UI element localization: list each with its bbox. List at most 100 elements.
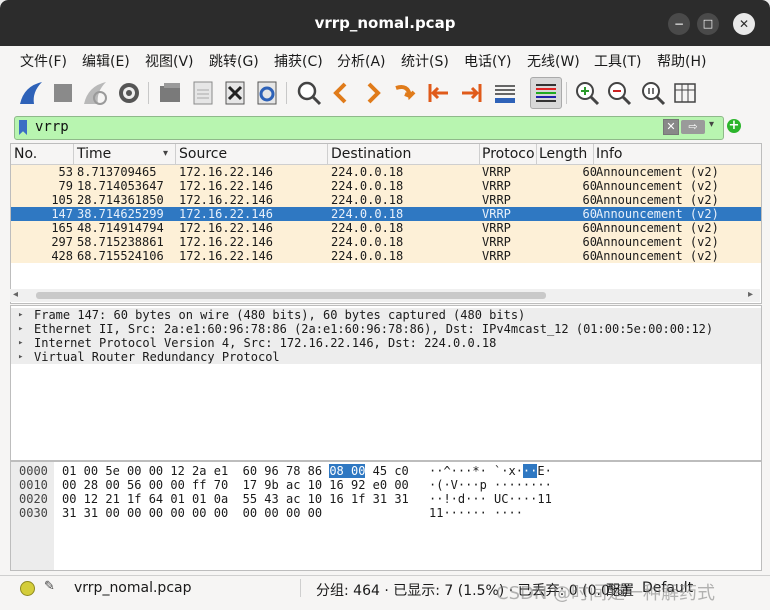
watermark: CSDN @时间是一种解药式 <box>496 583 716 604</box>
menu-view[interactable]: 视图(V) <box>145 51 194 71</box>
normal-size-icon[interactable] <box>638 78 668 108</box>
first-packet-icon[interactable] <box>424 78 454 108</box>
last-packet-icon[interactable] <box>456 78 486 108</box>
go-to-packet-icon[interactable] <box>390 78 420 108</box>
display-filter-input[interactable]: vrrp <box>35 119 69 135</box>
cell-time: 18.714053647 <box>77 179 164 193</box>
detail-vrrp[interactable]: ▸ Virtual Router Redundancy Protocol <box>11 350 761 364</box>
expand-arrow-icon[interactable]: ▸ <box>18 336 23 350</box>
column-length[interactable]: Length <box>539 146 587 162</box>
packet-row[interactable]: 147 38.714625299 172.16.22.146 224.0.0.18 VR… <box>11 207 761 221</box>
cell-time: 48.714914794 <box>77 221 164 235</box>
capture-comment-icon[interactable]: ✎ <box>44 579 55 594</box>
zoom-out-icon[interactable] <box>604 78 634 108</box>
open-folder-icon[interactable] <box>156 78 186 108</box>
packet-row[interactable]: 428 68.715524106 172.16.22.146 224.0.0.18 VR… <box>11 249 761 263</box>
hex-bytes: 00 12 21 1f 64 01 01 0a 55 43 ac 10 16 1… <box>62 492 409 506</box>
cell-time: 8.713709465 <box>77 165 157 179</box>
minimize-button[interactable]: − <box>668 13 690 35</box>
maximize-button[interactable]: □ <box>697 13 719 35</box>
hex-bytes: 31 31 00 00 00 00 00 00 00 00 00 00 <box>62 506 322 520</box>
detail-frame[interactable]: ▸ Frame 147: 60 bytes on wire (480 bits),… <box>11 308 761 322</box>
hex-bytes-text: 01 00 5e 00 00 12 2a e1 60 96 78 86 <box>62 464 330 478</box>
menu-wireless[interactable]: 无线(W) <box>527 51 580 71</box>
stop-square-icon[interactable] <box>48 78 78 108</box>
menu-file[interactable]: 文件(F) <box>20 51 67 71</box>
colorize-icon[interactable] <box>530 77 562 109</box>
restart-shark-icon[interactable] <box>80 78 110 108</box>
packet-row[interactable]: 297 58.715238861 172.16.22.146 224.0.0.18 VR… <box>11 235 761 249</box>
menu-telephony[interactable]: 电话(Y) <box>464 51 511 71</box>
detail-ipv4[interactable]: ▸ Internet Protocol Version 4, Src: 172.1… <box>11 336 761 350</box>
title-bar: vrrp_nomal.pcap − □ ✕ <box>0 0 770 46</box>
cell-src: 172.16.22.146 <box>179 235 273 249</box>
menu-tools[interactable]: 工具(T) <box>594 51 641 71</box>
hex-line[interactable]: 0000 01 00 5e 00 00 12 2a e1 60 96 78 86 … <box>11 464 761 478</box>
resize-columns-icon[interactable] <box>670 78 700 108</box>
gear-options-icon[interactable] <box>114 78 144 108</box>
packet-row[interactable]: 79 18.714053647 172.16.22.146 224.0.0.18 VRR… <box>11 179 761 193</box>
hex-line[interactable]: 0020 00 12 21 1f 64 01 01 0a 55 43 ac 10 … <box>11 492 761 506</box>
cell-dst: 224.0.0.18 <box>331 165 404 179</box>
packet-row[interactable]: 105 28.714361850 172.16.22.146 224.0.0.18 VR… <box>11 193 761 207</box>
hex-ascii: 11······ ···· <box>429 506 523 520</box>
column-protocol[interactable]: Protoco <box>482 146 535 162</box>
detail-ethernet[interactable]: ▸ Ethernet II, Src: 2a:e1:60:96:78:86 (2a… <box>11 322 761 336</box>
clear-filter-icon[interactable]: ✕ <box>663 119 679 135</box>
go-forward-icon[interactable] <box>358 78 388 108</box>
expert-info-icon[interactable] <box>20 581 35 596</box>
expand-arrow-icon[interactable]: ▸ <box>18 350 23 364</box>
column-time[interactable]: Time <box>77 146 111 162</box>
shark-fin-start-icon[interactable] <box>16 78 46 108</box>
expand-arrow-icon[interactable]: ▸ <box>18 322 23 336</box>
column-no[interactable]: No. <box>14 146 37 162</box>
menu-edit[interactable]: 编辑(E) <box>82 51 130 71</box>
status-filename: vrrp_nomal.pcap <box>74 580 192 596</box>
menu-statistics[interactable]: 统计(S) <box>401 51 449 71</box>
save-file-icon[interactable] <box>188 78 218 108</box>
menu-analyze[interactable]: 分析(A) <box>337 51 386 71</box>
cell-no: 165 <box>51 221 73 235</box>
cell-len: 60 <box>582 221 597 235</box>
cell-proto: VRRP <box>482 235 511 249</box>
cell-info: Announcement (v2) <box>596 207 719 221</box>
add-filter-button-icon[interactable]: + <box>727 119 741 133</box>
column-source[interactable]: Source <box>179 146 227 162</box>
filter-history-dropdown[interactable]: ▾ <box>709 119 714 130</box>
hex-line[interactable]: 0030 31 31 00 00 00 00 00 00 00 00 00 00 1… <box>11 506 761 520</box>
zoom-in-icon[interactable] <box>572 78 602 108</box>
cell-time: 38.714625299 <box>77 207 164 221</box>
cell-time: 28.714361850 <box>77 193 164 207</box>
menu-capture[interactable]: 捕获(C) <box>274 51 323 71</box>
packet-bytes-pane: 0000 01 00 5e 00 00 12 2a e1 60 96 78 86 … <box>10 461 762 571</box>
scroll-right-icon[interactable]: ▸ <box>748 289 753 300</box>
go-back-icon[interactable] <box>326 78 356 108</box>
reload-file-icon[interactable] <box>252 78 282 108</box>
apply-filter-icon[interactable]: ⇨ <box>681 120 705 134</box>
column-info[interactable]: Info <box>596 146 623 162</box>
scroll-left-icon[interactable]: ◂ <box>13 289 18 300</box>
column-destination[interactable]: Destination <box>331 146 411 162</box>
hex-ascii-text: 11······ ···· <box>429 506 523 520</box>
cell-src: 172.16.22.146 <box>179 165 273 179</box>
close-file-icon[interactable] <box>220 78 250 108</box>
cell-dst: 224.0.0.18 <box>331 249 404 263</box>
find-packet-icon[interactable] <box>294 78 324 108</box>
window-title: vrrp_nomal.pcap <box>314 14 456 32</box>
close-window-button[interactable]: ✕ <box>733 13 755 35</box>
main-toolbar <box>0 74 770 112</box>
cell-info: Announcement (v2) <box>596 235 719 249</box>
bookmark-icon[interactable] <box>19 120 27 135</box>
menu-go[interactable]: 跳转(G) <box>209 51 259 71</box>
hex-bytes-text: 00 12 21 1f 64 01 01 0a 55 43 ac 10 16 1… <box>62 492 409 506</box>
menu-help[interactable]: 帮助(H) <box>657 51 706 71</box>
expand-arrow-icon[interactable]: ▸ <box>18 308 23 322</box>
packet-row[interactable]: 165 48.714914794 172.16.22.146 224.0.0.18 VR… <box>11 221 761 235</box>
packet-row[interactable]: 53 8.713709465 172.16.22.146 224.0.0.18 VRRP… <box>11 165 761 179</box>
packet-list-hscrollbar[interactable]: ◂ ▸ <box>10 289 760 302</box>
scroll-thumb[interactable] <box>36 292 546 299</box>
cell-src: 172.16.22.146 <box>179 207 273 221</box>
autoscroll-icon[interactable] <box>490 78 520 108</box>
cell-proto: VRRP <box>482 249 511 263</box>
hex-line[interactable]: 0010 00 28 00 56 00 00 ff 70 17 9b ac 10 … <box>11 478 761 492</box>
